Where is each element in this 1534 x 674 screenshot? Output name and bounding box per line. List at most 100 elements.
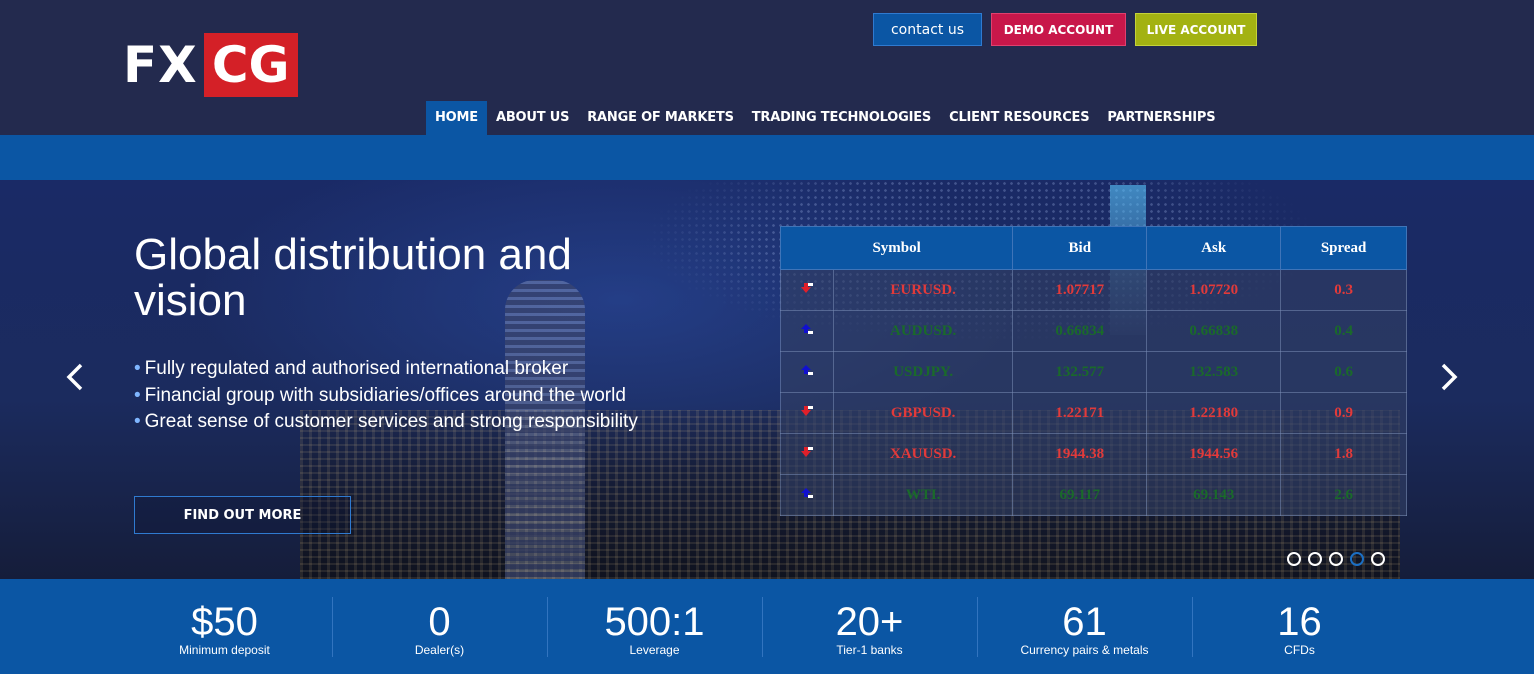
stat-divider — [332, 597, 333, 657]
stat-item: $50 Minimum deposit — [117, 579, 332, 674]
logo-fx-text: FX — [123, 36, 198, 94]
hero-bullet-text: Great sense of customer services and str… — [144, 411, 638, 432]
logo-cg-text: CG — [203, 33, 298, 97]
slider-dot[interactable] — [1287, 552, 1301, 566]
slider-dot[interactable] — [1308, 552, 1322, 566]
rates-cell-ask: 132.583 — [1146, 351, 1282, 393]
nav-item-about-us[interactable]: ABOUT US — [487, 101, 578, 135]
hero-title: Global distribution and vision — [134, 230, 572, 325]
bullet-dot-icon: • — [134, 384, 141, 406]
stat-label: Tier-1 banks — [836, 643, 903, 657]
hero-bullet-text: Financial group with subsidiaries/office… — [144, 384, 626, 406]
stat-item: 500:1 Leverage — [547, 579, 762, 674]
stat-item: 0 Dealer(s) — [332, 579, 547, 674]
rates-row: XAUUSD. 1944.38 1944.56 1.8 — [780, 433, 1407, 475]
stat-value: 20+ — [835, 600, 904, 644]
rates-row: WTI. 69.117 69.143 2.6 — [780, 474, 1407, 516]
bullet-dot-icon: • — [134, 358, 141, 379]
chevron-right-icon[interactable] — [1438, 360, 1460, 400]
hero-bullet-text: Fully regulated and authorised internati… — [144, 358, 569, 379]
nav-item-partnerships[interactable]: PARTNERSHIPS — [1098, 101, 1224, 135]
stat-label: Leverage — [629, 643, 680, 657]
stat-label: CFDs — [1284, 643, 1315, 657]
nav-item-trading-technologies[interactable]: TRADING TECHNOLOGIES — [743, 101, 940, 135]
rates-cell-symbol: WTI. — [832, 474, 1014, 516]
rates-cell-spread: 0.3 — [1280, 269, 1407, 311]
rates-cell-spread: 2.6 — [1280, 474, 1407, 516]
stat-value: $50 — [191, 600, 258, 644]
live-account-button[interactable]: LIVE ACCOUNT — [1135, 13, 1257, 46]
rates-cell-ask: 1.07720 — [1146, 269, 1282, 311]
rates-body: EURUSD. 1.07717 1.07720 0.3 AUDUSD. 0.66834 0.… — [780, 269, 1407, 516]
bullet-dot-icon: • — [134, 411, 141, 432]
rates-cell-symbol: XAUUSD. — [832, 433, 1014, 475]
slider-dot[interactable] — [1350, 552, 1364, 566]
rates-cell-bid: 1.22171 — [1012, 392, 1148, 434]
rates-cell-spread: 1.8 — [1280, 433, 1407, 475]
arrow-down-icon — [780, 392, 834, 434]
stat-value: 0 — [428, 600, 451, 644]
rates-cell-ask: 69.143 — [1146, 474, 1282, 516]
main-nav: HOME ABOUT US RANGE OF MARKETS TRADING TECH… — [426, 101, 1224, 135]
rates-row: USDJPY. 132.577 132.583 0.6 — [780, 351, 1407, 393]
rates-cell-spread: 0.4 — [1280, 310, 1407, 352]
rates-header-row: Symbol Bid Ask Spread — [779, 226, 1407, 270]
nav-item-range-of-markets[interactable]: RANGE OF MARKETS — [578, 101, 742, 135]
stat-label: Minimum deposit — [179, 643, 270, 657]
rates-row: GBPUSD. 1.22171 1.22180 0.9 — [780, 392, 1407, 434]
nav-item-client-resources[interactable]: CLIENT RESOURCES — [940, 101, 1098, 135]
stat-value: 61 — [1062, 600, 1107, 644]
rates-cell-symbol: USDJPY. — [832, 351, 1014, 393]
rates-header-ask: Ask — [1146, 226, 1282, 270]
stats-bar: $50 Minimum deposit 0 Dealer(s) 500:1 Leverag… — [0, 579, 1534, 674]
rates-cell-symbol: AUDUSD. — [832, 310, 1014, 352]
stat-item: 16 CFDs — [1192, 579, 1407, 674]
stat-item: 20+ Tier-1 banks — [762, 579, 977, 674]
rates-cell-bid: 132.577 — [1012, 351, 1148, 393]
rates-cell-bid: 0.66834 — [1012, 310, 1148, 352]
slider-dot[interactable] — [1371, 552, 1385, 566]
site-header: FX CG contact us DEMO ACCOUNT LIVE ACCOU… — [0, 0, 1534, 135]
find-out-more-button[interactable]: FIND OUT MORE — [134, 496, 351, 534]
stat-divider — [762, 597, 763, 657]
rates-cell-ask: 0.66838 — [1146, 310, 1282, 352]
rates-row: EURUSD. 1.07717 1.07720 0.3 — [780, 269, 1407, 311]
arrow-down-icon — [780, 433, 834, 475]
rates-cell-spread: 0.9 — [1280, 392, 1407, 434]
arrow-up-icon — [780, 351, 834, 393]
stat-divider — [1192, 597, 1193, 657]
hero-bullet: • Fully regulated and authorised internat… — [134, 356, 638, 383]
arrow-up-icon — [780, 474, 834, 516]
fxcg-logo[interactable]: FX CG — [123, 33, 298, 97]
hero-bullet: • Financial group with subsidiaries/offic… — [134, 383, 638, 410]
rates-row: AUDUSD. 0.66834 0.66838 0.4 — [780, 310, 1407, 352]
rates-table: Symbol Bid Ask Spread EURUSD. 1.07717 1.07… — [779, 226, 1407, 516]
rates-header-symbol: Symbol — [779, 226, 1014, 270]
stat-divider — [977, 597, 978, 657]
stat-item: 61 Currency pairs & metals — [977, 579, 1192, 674]
rates-cell-bid: 1944.38 — [1012, 433, 1148, 475]
nav-item-home[interactable]: HOME — [426, 101, 487, 135]
arrow-down-icon — [780, 269, 834, 311]
stat-label: Dealer(s) — [414, 643, 465, 657]
demo-account-button[interactable]: DEMO ACCOUNT — [991, 13, 1126, 46]
rates-cell-bid: 69.117 — [1012, 474, 1148, 516]
rates-cell-spread: 0.6 — [1280, 351, 1407, 393]
stat-value: 500:1 — [604, 600, 705, 644]
slider-dot[interactable] — [1329, 552, 1343, 566]
rates-cell-symbol: EURUSD. — [832, 269, 1014, 311]
arrow-up-icon — [780, 310, 834, 352]
contact-us-button[interactable]: contact us — [873, 13, 982, 46]
chevron-left-icon[interactable] — [64, 360, 86, 400]
hero-bullet-list: • Fully regulated and authorised internat… — [134, 356, 638, 436]
rates-cell-ask: 1.22180 — [1146, 392, 1282, 434]
stat-label: Currency pairs & metals — [1020, 643, 1149, 657]
rates-cell-ask: 1944.56 — [1146, 433, 1282, 475]
slider-pagination — [1287, 552, 1385, 566]
stat-value: 16 — [1277, 600, 1322, 644]
rates-cell-bid: 1.07717 — [1012, 269, 1148, 311]
rates-header-bid: Bid — [1012, 226, 1148, 270]
rates-cell-symbol: GBPUSD. — [832, 392, 1014, 434]
nav-sub-bar — [0, 135, 1534, 180]
rates-header-spread: Spread — [1280, 226, 1407, 270]
